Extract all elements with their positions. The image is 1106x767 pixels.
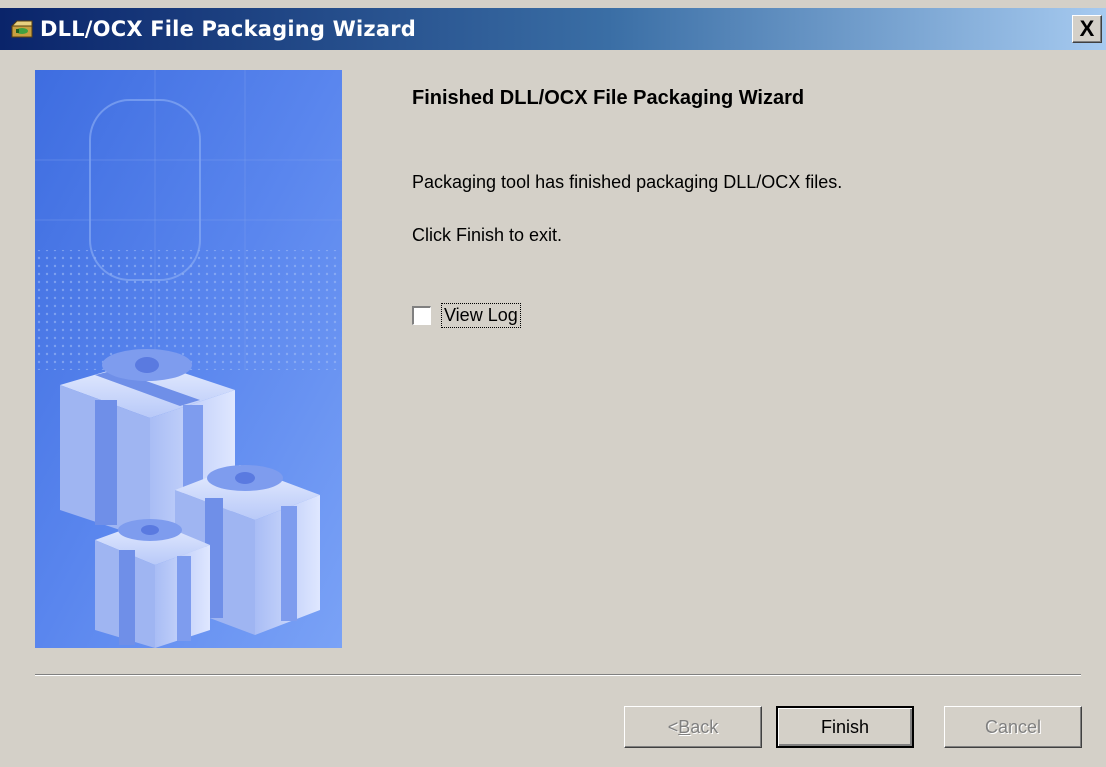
back-button-rest: ack [690,716,719,737]
gift-boxes-illustration [35,70,342,648]
close-button[interactable]: X [1072,15,1102,43]
finish-button[interactable]: Finish [776,706,914,748]
status-message: Packaging tool has finished packaging DL… [412,172,843,192]
cancel-button-label: Cancel [984,716,1042,737]
finish-button-label: Finish [820,716,869,737]
button-separator [35,674,1081,676]
title-bar[interactable]: DLL/OCX File Packaging Wizard X [0,8,1106,50]
close-icon: X [1079,16,1095,41]
view-log-option[interactable]: View Log [412,303,521,328]
cancel-button[interactable]: Cancel [944,706,1082,748]
back-button[interactable]: < Back [624,706,762,748]
view-log-checkbox[interactable] [412,306,431,325]
wizard-dialog: DLL/OCX File Packaging Wizard X Finished… [0,0,1106,767]
window-title: DLL/OCX File Packaging Wizard [40,17,416,41]
packaging-box-icon [10,20,33,38]
back-button-prefix: < [667,716,679,737]
page-heading: Finished DLL/OCX File Packaging Wizard [412,87,805,109]
view-log-label[interactable]: View Log [441,303,521,328]
instruction-message: Click Finish to exit. [412,225,563,245]
wizard-banner-image [35,70,342,648]
back-button-accel: B [678,716,691,737]
